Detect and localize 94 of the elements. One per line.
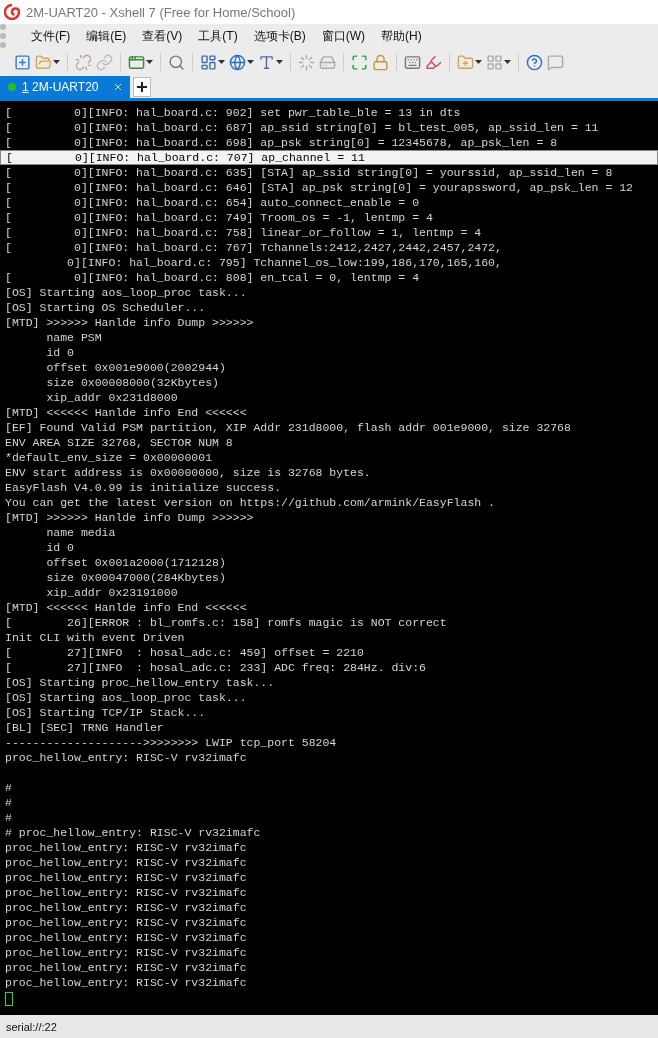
terminal-line: proc_hellow_entry: RISC-V rv32imafc — [5, 960, 248, 975]
caret-icon[interactable] — [146, 60, 153, 64]
terminal-line: [ 0][INFO: hal_board.c: 758] linear_or_follow = 1, lentmp = 4 — [5, 225, 483, 240]
menu-item[interactable]: 编辑(E) — [79, 25, 134, 47]
caret-icon[interactable] — [276, 60, 283, 64]
fullscreen-icon[interactable] — [351, 53, 368, 71]
connection-address: serial://:22 — [6, 1020, 57, 1033]
keyboard-icon[interactable] — [404, 53, 421, 71]
terminal-line: # proc_hellow_entry: RISC-V rv32imafc — [5, 825, 262, 840]
terminal-line: ENV start address is 0x00000000, size is 32768 bytes. — [5, 465, 372, 480]
menu-item[interactable]: 窗口(W) — [314, 25, 372, 47]
terminal-line: 0][INFO: hal_board.c: 795] Tchannel_os_low:199,186,170,165,160, — [66, 255, 503, 270]
terminal-line: *default_env_size = 0x00000001 — [5, 450, 214, 465]
terminal-line: size 0x00008000(32Kbytes) — [45, 375, 220, 390]
terminal-line: [MTD] >>>>>> Hanlde info Dump >>>>>> — [5, 315, 255, 330]
terminal-line: ENV AREA SIZE 32768, SECTOR NUM 8 — [5, 435, 234, 450]
terminal-line: [EF] Found Valid PSM partition, XIP Addr 231d8000, flash addr 001e9000, size 32768 — [5, 420, 572, 435]
menu-item[interactable]: 选项卡(B) — [246, 25, 313, 47]
terminal-line: size 0x00047000(284Kbytes) — [45, 570, 227, 585]
terminal-line: proc_hellow_entry: RISC-V rv32imafc — [5, 885, 248, 900]
terminal-line: You can get the latest version on https://github.com/armink/EasyFlash . — [5, 495, 496, 510]
terminal-line: proc_hellow_entry: RISC-V rv32imafc — [5, 750, 248, 765]
caret-icon[interactable] — [247, 60, 254, 64]
terminal-line: [ 27][INFO : hosal_adc.c: 459] offset = 2210 — [5, 645, 365, 660]
highlighter-icon[interactable] — [425, 53, 442, 71]
menu-item[interactable]: 工具(T) — [191, 25, 245, 47]
font-icon[interactable] — [258, 53, 275, 71]
caret-icon[interactable] — [218, 60, 225, 64]
terminal-line: [OS] Starting OS Scheduler... — [5, 300, 207, 315]
menu-item[interactable]: 查看(V) — [135, 25, 190, 47]
terminal-line: [MTD] <<<<<< Hanlde info End <<<<<< — [5, 405, 248, 420]
terminal-line: Init CLI with event Driven — [5, 630, 186, 645]
terminal-line: [ 0][INFO: hal_board.c: 749] Troom_os = -1, lentmp = 4 — [5, 210, 434, 225]
text-cursor — [5, 992, 13, 1006]
terminal-line: proc_hellow_entry: RISC-V rv32imafc — [5, 915, 248, 930]
terminal-line: offset 0x001e9000(2002944) — [45, 360, 227, 375]
new-window-icon[interactable] — [14, 53, 31, 71]
terminal-line: [BL] [SEC] TRNG Handler — [5, 720, 165, 735]
terminal-line: xip_addr 0x231d8000 — [45, 390, 179, 405]
terminal-line: [ 0][INFO: hal_board.c: 808] en_tcal = 0, lentmp = 4 — [5, 270, 421, 285]
globe-icon[interactable] — [229, 53, 246, 71]
terminal-line: EasyFlash V4.0.99 is initialize success. — [5, 480, 283, 495]
terminal-line: id 0 — [45, 540, 75, 555]
lock-icon[interactable] — [372, 53, 389, 71]
terminal-area[interactable] — [0, 101, 658, 1015]
terminal-line: proc_hellow_entry: RISC-V rv32imafc — [5, 975, 248, 990]
terminal-line: [ 0][INFO: hal_board.c: 767] Tchannels:2412,2427,2442,2457,2472, — [5, 240, 503, 255]
window-title: 2M-UART20 - Xshell 7 (Free for Home/School) — [26, 4, 296, 20]
terminal-line: proc_hellow_entry: RISC-V rv32imafc — [5, 870, 248, 885]
terminal-line: proc_hellow_entry: RISC-V rv32imafc — [5, 840, 248, 855]
terminal-line: [ 0][INFO: hal_board.c: 698] ap_psk string[0] = 12345678, ap_psk_len = 8 — [5, 135, 559, 150]
terminal-line: [OS] Starting aos_loop_proc task... — [5, 285, 248, 300]
terminal-line: proc_hellow_entry: RISC-V rv32imafc — [5, 945, 248, 960]
terminal-line: [ 0][INFO: hal_board.c: 902] set pwr_table_ble = 13 in dts — [5, 105, 462, 120]
unlink-icon[interactable] — [75, 53, 92, 71]
search-icon[interactable] — [168, 53, 185, 71]
layout-icon[interactable] — [200, 53, 217, 71]
terminal-line: name media — [45, 525, 117, 540]
terminal-line: [ 0][INFO: hal_board.c: 646] [STA] ap_psk string[0] = yourapssword, ap_psk_len = 12 — [5, 180, 634, 195]
new-tab-button[interactable] — [133, 77, 151, 97]
menu-item[interactable]: 帮助(H) — [374, 25, 429, 47]
caret-icon[interactable] — [475, 60, 482, 64]
menu-item[interactable]: 文件(F) — [24, 25, 78, 47]
terminal-line: [OS] Starting aos_loop_proc task... — [5, 690, 248, 705]
session-tab[interactable]: 1 2M-UART20 — [0, 76, 130, 98]
caret-icon[interactable] — [53, 60, 60, 64]
plus-icon — [137, 82, 147, 92]
terminal-line: [OS] Starting proc_hellow_entry task... — [5, 675, 276, 690]
terminal-line: [OS] Starting TCP/IP Stack... — [5, 705, 207, 720]
terminal-line: xip_addr 0x23191000 — [45, 585, 179, 600]
app-logo-icon — [4, 4, 20, 20]
terminal-line: -------------------->>>>>>>> LWIP tcp_port 58204 — [5, 735, 338, 750]
tab-label: 1 2M-UART20 — [22, 80, 100, 94]
chat-icon[interactable] — [547, 53, 564, 71]
terminal-line: proc_hellow_entry: RISC-V rv32imafc — [5, 855, 248, 870]
help-icon[interactable] — [526, 53, 543, 71]
terminal-line: [ 26][ERROR : bl_romfs.c: 158] romfs magic is NOT correct — [5, 615, 448, 630]
terminal-line: offset 0x001a2000(1712128) — [45, 555, 227, 570]
terminal-line: # — [5, 795, 13, 810]
terminal-line: [MTD] <<<<<< Hanlde info End <<<<<< — [5, 600, 248, 615]
terminal-line: proc_hellow_entry: RISC-V rv32imafc — [5, 930, 248, 945]
caret-icon[interactable] — [504, 60, 511, 64]
terminal-line: [ 0][INFO: hal_board.c: 654] auto_connect_enable = 0 — [5, 195, 421, 210]
terminal-line: # — [5, 780, 13, 795]
terminal-line: [ 27][INFO : hosal_adc.c: 233] ADC freq: 284Hz. div:6 — [5, 660, 427, 675]
terminal-line: [MTD] >>>>>> Hanlde info Dump >>>>>> — [5, 510, 255, 525]
terminal-line: [ 0][INFO: hal_board.c: 635] [STA] ap_ssid string[0] = yourssid, ap_ssid_len = 8 — [5, 165, 614, 180]
terminal-line: [ 0][INFO: hal_board.c: 687] ap_ssid string[0] = bl_test_005, ap_ssid_len = 11 — [5, 120, 600, 135]
close-icon[interactable] — [114, 83, 122, 91]
terminal-line: id 0 — [45, 345, 75, 360]
window-settings-icon[interactable] — [128, 53, 145, 71]
terminal-line: proc_hellow_entry: RISC-V rv32imafc — [5, 900, 248, 915]
terminal-line: # — [5, 810, 13, 825]
terminal-line: name PSM — [45, 330, 103, 345]
